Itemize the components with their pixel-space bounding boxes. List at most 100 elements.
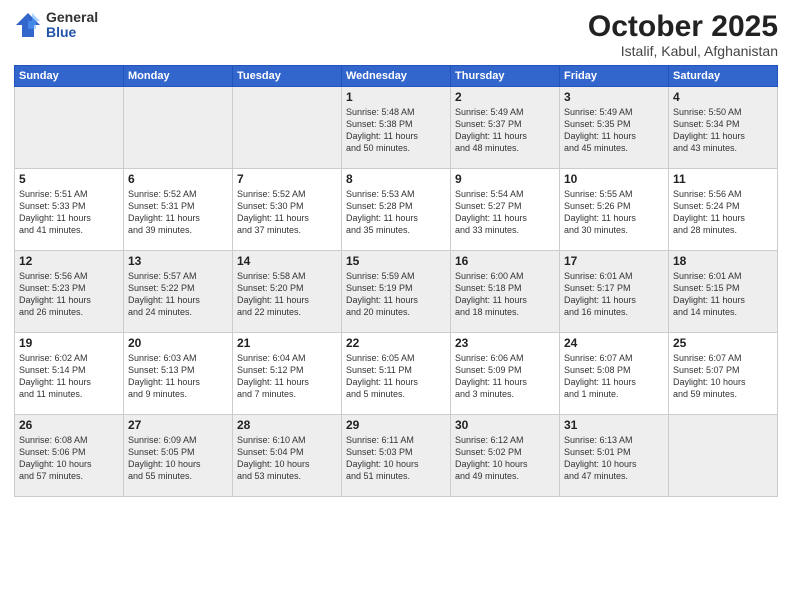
day-info: Sunrise: 5:54 AM Sunset: 5:27 PM Dayligh… (455, 188, 555, 237)
calendar-cell: 3Sunrise: 5:49 AM Sunset: 5:35 PM Daylig… (560, 87, 669, 169)
day-number: 28 (237, 418, 337, 432)
day-number: 6 (128, 172, 228, 186)
calendar-cell: 11Sunrise: 5:56 AM Sunset: 5:24 PM Dayli… (669, 169, 778, 251)
calendar-cell: 7 Sunrise: 5:52 AM Sunset: 5:30 PM Daylig… (233, 169, 342, 251)
calendar-cell (124, 87, 233, 169)
day-info: Sunrise: 6:10 AM Sunset: 5:04 PM Dayligh… (237, 434, 337, 483)
weekday-header-sunday: Sunday (15, 66, 124, 87)
day-info: Sunrise: 5:50 AM Sunset: 5:34 PM Dayligh… (673, 106, 773, 155)
day-number: 31 (564, 418, 664, 432)
calendar-cell: 21Sunrise: 6:04 AM Sunset: 5:12 PM Dayli… (233, 333, 342, 415)
calendar-cell: 6 Sunrise: 5:52 AM Sunset: 5:31 PM Daylig… (124, 169, 233, 251)
day-number: 22 (346, 336, 446, 350)
logo: General Blue (14, 10, 98, 41)
day-number: 10 (564, 172, 664, 186)
day-number: 5 (19, 172, 119, 186)
week-row-4: 26 Sunrise: 6:08 AM Sunset: 5:06 PM Dayli… (15, 415, 778, 497)
day-number: 4 (673, 90, 773, 104)
day-number: 12 (19, 254, 119, 268)
day-info: Sunrise: 5:59 AM Sunset: 5:19 PM Dayligh… (346, 270, 446, 319)
day-number: 27 (128, 418, 228, 432)
calendar-cell (669, 415, 778, 497)
calendar-cell: 29Sunrise: 6:11 AM Sunset: 5:03 PM Dayli… (342, 415, 451, 497)
calendar-cell: 31 Sunrise: 6:13 AM Sunset: 5:01 PM Dayli… (560, 415, 669, 497)
weekday-header-saturday: Saturday (669, 66, 778, 87)
calendar-cell: 23Sunrise: 6:06 AM Sunset: 5:09 PM Dayli… (451, 333, 560, 415)
calendar-cell: 22 Sunrise: 6:05 AM Sunset: 5:11 PM Dayli… (342, 333, 451, 415)
day-number: 11 (673, 172, 773, 186)
weekday-header-thursday: Thursday (451, 66, 560, 87)
calendar-cell: 16 Sunrise: 6:00 AM Sunset: 5:18 PM Dayli… (451, 251, 560, 333)
day-number: 21 (237, 336, 337, 350)
calendar-cell: 4 Sunrise: 5:50 AM Sunset: 5:34 PM Daylig… (669, 87, 778, 169)
calendar-cell: 24 Sunrise: 6:07 AM Sunset: 5:08 PM Dayli… (560, 333, 669, 415)
header: General Blue October 2025 Istalif, Kabul… (14, 10, 778, 59)
day-info: Sunrise: 5:51 AM Sunset: 5:33 PM Dayligh… (19, 188, 119, 237)
day-number: 8 (346, 172, 446, 186)
day-number: 14 (237, 254, 337, 268)
day-number: 15 (346, 254, 446, 268)
calendar-cell: 26 Sunrise: 6:08 AM Sunset: 5:06 PM Dayli… (15, 415, 124, 497)
day-info: Sunrise: 6:02 AM Sunset: 5:14 PM Dayligh… (19, 352, 119, 401)
calendar-cell (233, 87, 342, 169)
day-info: Sunrise: 6:08 AM Sunset: 5:06 PM Dayligh… (19, 434, 119, 483)
calendar-cell: 10 Sunrise: 5:55 AM Sunset: 5:26 PM Dayli… (560, 169, 669, 251)
day-info: Sunrise: 6:01 AM Sunset: 5:17 PM Dayligh… (564, 270, 664, 319)
title-block: October 2025 Istalif, Kabul, Afghanistan (588, 10, 778, 59)
weekday-header-wednesday: Wednesday (342, 66, 451, 87)
logo-general: General (46, 10, 98, 25)
day-number: 18 (673, 254, 773, 268)
calendar-cell: 1Sunrise: 5:48 AM Sunset: 5:38 PM Daylig… (342, 87, 451, 169)
day-info: Sunrise: 6:07 AM Sunset: 5:08 PM Dayligh… (564, 352, 664, 401)
logo-text: General Blue (46, 10, 98, 41)
calendar-cell: 30 Sunrise: 6:12 AM Sunset: 5:02 PM Dayli… (451, 415, 560, 497)
calendar-cell: 13Sunrise: 5:57 AM Sunset: 5:22 PM Dayli… (124, 251, 233, 333)
page: General Blue October 2025 Istalif, Kabul… (0, 0, 792, 612)
week-row-3: 19 Sunrise: 6:02 AM Sunset: 5:14 PM Dayli… (15, 333, 778, 415)
day-number: 9 (455, 172, 555, 186)
day-info: Sunrise: 5:48 AM Sunset: 5:38 PM Dayligh… (346, 106, 446, 155)
day-info: Sunrise: 5:55 AM Sunset: 5:26 PM Dayligh… (564, 188, 664, 237)
day-number: 23 (455, 336, 555, 350)
weekday-header-friday: Friday (560, 66, 669, 87)
day-number: 24 (564, 336, 664, 350)
day-info: Sunrise: 6:09 AM Sunset: 5:05 PM Dayligh… (128, 434, 228, 483)
day-info: Sunrise: 5:52 AM Sunset: 5:30 PM Dayligh… (237, 188, 337, 237)
day-info: Sunrise: 6:12 AM Sunset: 5:02 PM Dayligh… (455, 434, 555, 483)
week-row-2: 12Sunrise: 5:56 AM Sunset: 5:23 PM Dayli… (15, 251, 778, 333)
day-number: 7 (237, 172, 337, 186)
day-info: Sunrise: 6:05 AM Sunset: 5:11 PM Dayligh… (346, 352, 446, 401)
day-number: 3 (564, 90, 664, 104)
calendar-cell: 25Sunrise: 6:07 AM Sunset: 5:07 PM Dayli… (669, 333, 778, 415)
calendar-cell: 20Sunrise: 6:03 AM Sunset: 5:13 PM Dayli… (124, 333, 233, 415)
day-number: 29 (346, 418, 446, 432)
calendar-cell: 14 Sunrise: 5:58 AM Sunset: 5:20 PM Dayli… (233, 251, 342, 333)
calendar-cell: 28 Sunrise: 6:10 AM Sunset: 5:04 PM Dayli… (233, 415, 342, 497)
calendar-cell: 2Sunrise: 5:49 AM Sunset: 5:37 PM Daylig… (451, 87, 560, 169)
day-info: Sunrise: 5:53 AM Sunset: 5:28 PM Dayligh… (346, 188, 446, 237)
day-info: Sunrise: 5:49 AM Sunset: 5:37 PM Dayligh… (455, 106, 555, 155)
weekday-header-row: SundayMondayTuesdayWednesdayThursdayFrid… (15, 66, 778, 87)
calendar-cell: 12Sunrise: 5:56 AM Sunset: 5:23 PM Dayli… (15, 251, 124, 333)
calendar-cell: 19 Sunrise: 6:02 AM Sunset: 5:14 PM Dayli… (15, 333, 124, 415)
calendar-cell: 18 Sunrise: 6:01 AM Sunset: 5:15 PM Dayli… (669, 251, 778, 333)
calendar-cell: 27 Sunrise: 6:09 AM Sunset: 5:05 PM Dayli… (124, 415, 233, 497)
day-info: Sunrise: 5:58 AM Sunset: 5:20 PM Dayligh… (237, 270, 337, 319)
day-number: 17 (564, 254, 664, 268)
day-number: 16 (455, 254, 555, 268)
day-number: 13 (128, 254, 228, 268)
day-info: Sunrise: 6:01 AM Sunset: 5:15 PM Dayligh… (673, 270, 773, 319)
weekday-header-monday: Monday (124, 66, 233, 87)
calendar-cell: 9 Sunrise: 5:54 AM Sunset: 5:27 PM Daylig… (451, 169, 560, 251)
weekday-header-tuesday: Tuesday (233, 66, 342, 87)
day-number: 30 (455, 418, 555, 432)
day-info: Sunrise: 6:07 AM Sunset: 5:07 PM Dayligh… (673, 352, 773, 401)
calendar-cell (15, 87, 124, 169)
day-number: 19 (19, 336, 119, 350)
calendar-cell: 8 Sunrise: 5:53 AM Sunset: 5:28 PM Daylig… (342, 169, 451, 251)
day-info: Sunrise: 6:13 AM Sunset: 5:01 PM Dayligh… (564, 434, 664, 483)
logo-icon (14, 11, 42, 39)
day-info: Sunrise: 5:52 AM Sunset: 5:31 PM Dayligh… (128, 188, 228, 237)
day-number: 26 (19, 418, 119, 432)
day-info: Sunrise: 6:00 AM Sunset: 5:18 PM Dayligh… (455, 270, 555, 319)
